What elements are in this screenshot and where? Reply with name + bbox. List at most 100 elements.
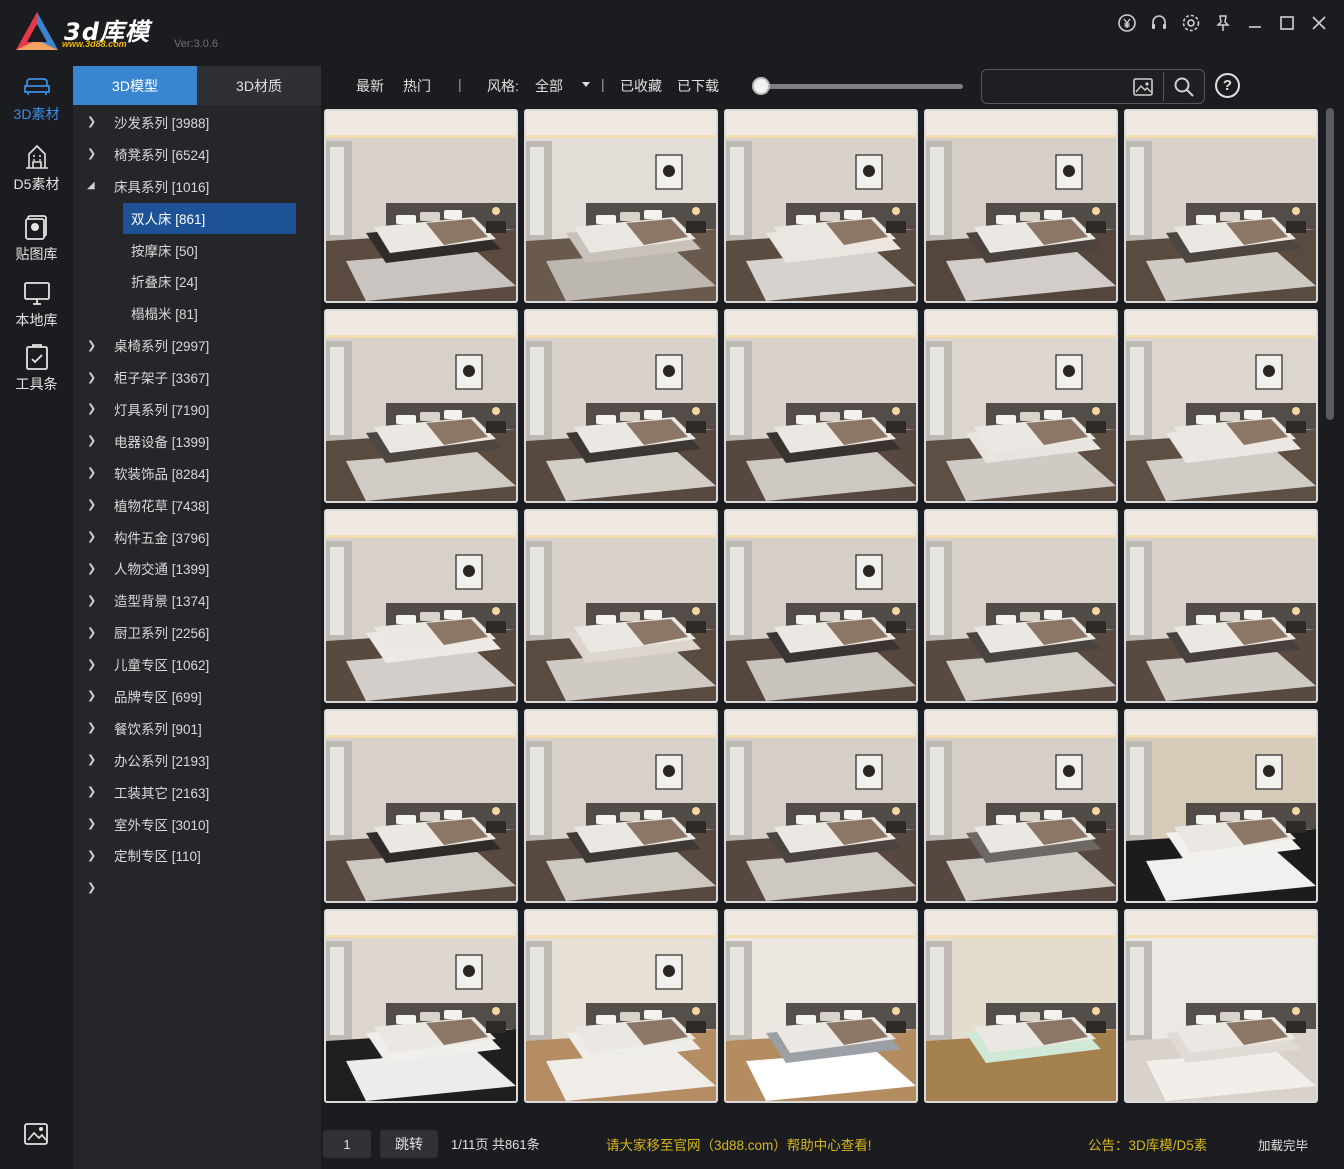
gear-icon[interactable] xyxy=(1180,12,1202,34)
rail-item-local[interactable]: 本地库 xyxy=(0,278,73,330)
sort-hot[interactable]: 热门 xyxy=(403,76,431,96)
bed-model-thumbnail[interactable] xyxy=(924,309,1118,503)
category-item[interactable]: ❯ 人物交通 [1399] xyxy=(73,552,321,584)
search-icon[interactable] xyxy=(1173,76,1195,98)
jump-button[interactable]: 跳转 xyxy=(380,1130,438,1158)
bed-model-thumbnail[interactable] xyxy=(924,109,1118,303)
bed-model-thumbnail[interactable] xyxy=(1124,109,1318,303)
bed-model-thumbnail[interactable] xyxy=(324,309,518,503)
yen-icon[interactable] xyxy=(1116,12,1138,34)
bed-render-image xyxy=(926,111,1116,301)
bed-model-thumbnail[interactable] xyxy=(524,109,718,303)
pin-icon[interactable] xyxy=(1212,12,1234,34)
image-search-icon[interactable] xyxy=(1132,77,1154,97)
category-item[interactable]: ◢ 床具系列 [1016] xyxy=(73,170,321,202)
bed-model-thumbnail[interactable] xyxy=(524,309,718,503)
bed-model-thumbnail[interactable] xyxy=(724,509,918,703)
chevron-right-icon: ❯ xyxy=(87,499,97,512)
category-item[interactable]: ❯ 构件五金 [3796] xyxy=(73,521,321,553)
filter-toolbar: 最新 热门 | 风格: 全部 | 已收藏 已下载 ? xyxy=(321,66,1344,105)
subcategory-item[interactable]: 折叠床 [24] xyxy=(73,265,321,297)
category-item[interactable]: ❯ 办公系列 [2193] xyxy=(73,744,321,776)
subcategory-item[interactable]: 按摩床 [50] xyxy=(73,234,321,266)
category-item[interactable]: ❯ 工装其它 [2163] xyxy=(73,776,321,808)
chevron-right-icon: ❯ xyxy=(87,594,97,607)
downloaded-filter[interactable]: 已下载 xyxy=(677,76,719,96)
favorites-filter[interactable]: 已收藏 xyxy=(620,76,662,96)
logo-icon xyxy=(14,10,60,54)
bed-model-thumbnail[interactable] xyxy=(524,509,718,703)
category-item[interactable]: ❯ 儿童专区 [1062] xyxy=(73,648,321,680)
maximize-icon[interactable] xyxy=(1276,12,1298,34)
category-item[interactable]: ❯ 厨卫系列 [2256] xyxy=(73,616,321,648)
category-item[interactable]: ❯ 电器设备 [1399] xyxy=(73,425,321,457)
page-number-input[interactable]: 1 xyxy=(323,1130,371,1158)
image-edit-icon[interactable] xyxy=(22,1119,52,1149)
bed-model-thumbnail[interactable] xyxy=(524,709,718,903)
style-dropdown[interactable]: 全部 xyxy=(535,76,563,96)
bulletin-link[interactable]: 公告：3D库模/D5素 xyxy=(1088,1134,1207,1154)
scrollbar[interactable] xyxy=(1326,108,1334,420)
bed-model-thumbnail[interactable] xyxy=(724,909,918,1103)
bed-model-thumbnail[interactable] xyxy=(724,309,918,503)
bed-model-thumbnail[interactable] xyxy=(924,709,1118,903)
subcategory-item[interactable]: 榻榻米 [81] xyxy=(73,297,321,329)
tab-3d-models[interactable]: 3D模型 xyxy=(73,66,197,105)
dropdown-caret-icon[interactable] xyxy=(582,82,590,87)
category-item[interactable]: ❯ 室外专区 [3010] xyxy=(73,808,321,840)
bed-render-image xyxy=(326,511,516,701)
category-item[interactable]: ❯ 沙发系列 [3988] xyxy=(73,106,321,138)
category-item[interactable]: ❯ 品牌专区 [699] xyxy=(73,680,321,712)
chevron-right-icon: ❯ xyxy=(87,403,97,416)
bed-model-thumbnail[interactable] xyxy=(924,509,1118,703)
category-item[interactable]: ❯ 软装饰品 [8284] xyxy=(73,457,321,489)
category-item[interactable]: ❯ 植物花草 [7438] xyxy=(73,489,321,521)
minimize-icon[interactable] xyxy=(1244,12,1266,34)
rail-label-toolbar: 工具条 xyxy=(15,376,58,392)
bed-model-thumbnail[interactable] xyxy=(924,909,1118,1103)
category-item[interactable]: ❯ 定制专区 [110] xyxy=(73,839,321,871)
bed-model-thumbnail[interactable] xyxy=(1124,309,1318,503)
help-button[interactable]: ? xyxy=(1215,73,1240,98)
bed-render-image xyxy=(1126,111,1316,301)
sort-latest[interactable]: 最新 xyxy=(356,76,384,96)
slider-handle[interactable] xyxy=(752,77,770,95)
subcategory-item[interactable]: 双人床 [861] xyxy=(73,202,321,234)
bed-model-thumbnail[interactable] xyxy=(1124,909,1318,1103)
rail-item-3d[interactable]: 3D素材 xyxy=(0,72,73,124)
bed-model-thumbnail[interactable] xyxy=(324,109,518,303)
tab-3d-materials[interactable]: 3D材质 xyxy=(197,66,321,105)
category-item[interactable]: ❯ xyxy=(73,871,321,903)
chevron-right-icon: ❯ xyxy=(87,754,97,767)
search-input[interactable] xyxy=(981,69,1205,104)
bed-model-thumbnail[interactable] xyxy=(1124,709,1318,903)
bed-model-thumbnail[interactable] xyxy=(324,509,518,703)
footer-bar: 1 跳转 1/11页 共861条 请大家移至官网（3d88.com）帮助中心查看… xyxy=(321,1120,1344,1160)
thumbnail-grid xyxy=(324,109,1319,1104)
bed-model-thumbnail[interactable] xyxy=(324,709,518,903)
toolbar-divider: | xyxy=(601,76,605,92)
bed-model-thumbnail[interactable] xyxy=(324,909,518,1103)
chevron-right-icon: ❯ xyxy=(87,371,97,384)
category-item[interactable]: ❯ 柜子架子 [3367] xyxy=(73,361,321,393)
category-item[interactable]: ❯ 灯具系列 [7190] xyxy=(73,393,321,425)
bed-model-thumbnail[interactable] xyxy=(1124,509,1318,703)
rail-item-textures[interactable]: 贴图库 xyxy=(0,212,73,264)
notice-link[interactable]: 请大家移至官网（3d88.com）帮助中心查看! xyxy=(606,1134,872,1154)
category-item[interactable]: ❯ 桌椅系列 [2997] xyxy=(73,329,321,361)
bed-render-image xyxy=(526,111,716,301)
headset-icon[interactable] xyxy=(1148,12,1170,34)
bed-render-image xyxy=(926,911,1116,1101)
bed-render-image xyxy=(326,911,516,1101)
bed-model-thumbnail[interactable] xyxy=(724,709,918,903)
sofa-icon xyxy=(23,78,50,95)
category-item[interactable]: ❯ 椅凳系列 [6524] xyxy=(73,138,321,170)
thumbnail-size-slider[interactable] xyxy=(758,84,963,89)
bed-model-thumbnail[interactable] xyxy=(724,109,918,303)
category-item[interactable]: ❯ 造型背景 [1374] xyxy=(73,584,321,616)
rail-item-d5[interactable]: D5素材 xyxy=(0,142,73,194)
category-item[interactable]: ❯ 餐饮系列 [901] xyxy=(73,712,321,744)
close-icon[interactable] xyxy=(1308,12,1330,34)
bed-model-thumbnail[interactable] xyxy=(524,909,718,1103)
rail-item-toolbar[interactable]: 工具条 xyxy=(0,342,73,394)
